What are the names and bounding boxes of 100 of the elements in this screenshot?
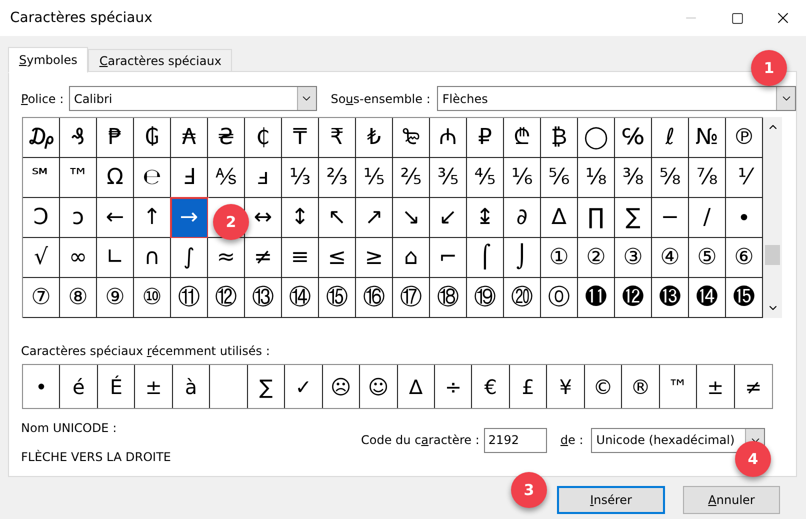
symbol-cell[interactable]: ↖ [319,198,356,238]
recent-symbol-cell[interactable]: £ [510,365,548,408]
symbol-cell[interactable]: ⑧ [60,278,97,318]
recent-symbol-cell[interactable]: © [584,365,622,408]
symbol-cell[interactable]: ⑰ [393,278,430,318]
symbol-cell[interactable]: ⓭ [652,278,689,318]
symbol-cell[interactable]: ∟ [97,238,134,278]
symbol-cell[interactable]: ⅛ [578,158,615,198]
recent-symbol-cell[interactable]: ∆ [398,365,435,408]
symbol-cell[interactable]: ⑥ [726,238,763,278]
recent-symbol-cell[interactable]: É [98,365,136,408]
symbol-cell[interactable]: ↨ [467,198,504,238]
symbol-cell[interactable]: ₻ [393,118,430,158]
symbol-cell[interactable]: ↔ [245,198,282,238]
recent-symbol-cell[interactable]: ¥ [547,365,585,408]
symbol-cell[interactable]: ⅓ [282,158,319,198]
recent-symbol-cell[interactable]: € [472,365,510,408]
symbol-cell[interactable]: ⓪ [541,278,578,318]
symbol-cell[interactable]: ∞ [60,238,97,278]
symbol-cell[interactable]: ∏ [578,198,615,238]
symbol-cell[interactable]: ⑫ [208,278,245,318]
symbol-cell[interactable]: ⅟ [726,158,763,198]
symbol-cell[interactable]: ₲ [134,118,171,158]
symbol-cell[interactable]: ∆ [541,198,578,238]
symbol-cell[interactable]: Ↄ [23,198,60,238]
symbol-cell[interactable]: √ [23,238,60,278]
symbol-cell[interactable]: ∩ [134,238,171,278]
symbol-cell[interactable]: ⑦ [23,278,60,318]
symbol-cell[interactable]: ₹ [319,118,356,158]
symbol-cell[interactable]: ℠ [23,158,60,198]
symbol-cell[interactable]: ⅔ [319,158,356,198]
symbol-cell[interactable]: ◯ [578,118,615,158]
symbol-cell[interactable]: − [652,198,689,238]
symbol-cell[interactable]: ↕ [282,198,319,238]
symbol-cell[interactable]: ⓫ [578,278,615,318]
symbol-cell[interactable]: ⑮ [319,278,356,318]
dialog-button[interactable]: Annuler [683,486,780,514]
recent-symbol-cell[interactable]: é [60,365,98,408]
recent-symbol-cell[interactable]: ∑ [248,365,286,408]
symbol-cell[interactable]: ≡ [282,238,319,278]
symbol-cell[interactable]: ↄ [60,198,97,238]
symbol-cell[interactable]: Ω [97,158,134,198]
symbol-cell[interactable]: ③ [615,238,652,278]
symbol-cell[interactable]: ⅗ [430,158,467,198]
symbol-cell[interactable]: ₯ [23,118,60,158]
symbol-cell[interactable]: ℗ [726,118,763,158]
symbol-cell[interactable]: ∫ [171,238,208,278]
symbol-cell[interactable]: ∙ [726,198,763,238]
symbol-cell[interactable]: ⌂ [393,238,430,278]
symbol-cell[interactable]: ⑪ [171,278,208,318]
symbol-cell[interactable]: ⑩ [134,278,171,318]
symbol-cell[interactable]: ₰ [60,118,97,158]
symbol-cell[interactable]: ₿ [541,118,578,158]
symbol-cell[interactable]: ₽ [467,118,504,158]
symbol-cell[interactable]: ⅘ [467,158,504,198]
symbol-cell[interactable]: ⑨ [97,278,134,318]
symbol-cell[interactable]: ⌐ [430,238,467,278]
symbol-cell[interactable]: ℅ [615,118,652,158]
symbol-cell[interactable]: ④ [652,238,689,278]
symbol-cell[interactable]: ⓮ [689,278,726,318]
symbol-cell[interactable]: ⅜ [615,158,652,198]
tab[interactable]: Caractères spéciaux [88,49,232,73]
symbol-cell[interactable]: ⓬ [615,278,652,318]
scrollbar[interactable] [763,117,782,318]
symbol-cell[interactable]: ↙ [430,198,467,238]
symbol-cell[interactable]: ⓯ [726,278,763,318]
symbol-cell[interactable]: ↗ [356,198,393,238]
recent-symbol-cell[interactable]: ® [622,365,660,408]
symbol-cell[interactable]: ∕ [689,198,726,238]
symbol-cell[interactable]: ① [541,238,578,278]
symbol-cell[interactable]: ₺ [356,118,393,158]
font-dropdown[interactable]: Calibri [68,86,317,111]
symbol-cell[interactable]: ⑳ [504,278,541,318]
symbol-cell[interactable]: ⑬ [245,278,282,318]
symbol-cell[interactable]: ⅖ [393,158,430,198]
recent-symbol-cell[interactable]: ✓ [285,365,323,408]
symbol-cell[interactable]: Ⅎ [171,158,208,198]
symbol-cell[interactable]: ™ [60,158,97,198]
symbol-cell[interactable]: ≠ [245,238,282,278]
symbol-cell[interactable]: ₱ [97,118,134,158]
symbol-cell[interactable]: ⑲ [467,278,504,318]
symbol-cell[interactable]: ≈ [208,238,245,278]
symbol-cell[interactable]: ⅕ [356,158,393,198]
recent-symbol-cell[interactable]: ™ [660,365,698,408]
symbol-cell[interactable]: ℓ [652,118,689,158]
symbol-cell[interactable]: ₼ [430,118,467,158]
char-code-field[interactable]: 2192 [484,428,548,452]
symbol-cell[interactable]: ↑ [134,198,171,238]
symbol-cell[interactable]: ← [97,198,134,238]
symbol-cell[interactable]: ℮ [134,158,171,198]
symbol-cell[interactable]: ⅞ [689,158,726,198]
recent-symbol-cell[interactable]: ≠ [734,365,772,408]
symbol-cell[interactable]: ⑱ [430,278,467,318]
recent-symbol-cell[interactable]: ÷ [434,365,472,408]
recent-symbol-cell[interactable]: • [23,365,60,408]
symbol-cell[interactable]: ↘ [393,198,430,238]
symbol-cell[interactable]: ₳ [171,118,208,158]
recent-symbol-cell[interactable]: ☹ [322,365,360,408]
symbol-cell[interactable]: ⅝ [652,158,689,198]
recent-symbol-cell[interactable]: à [172,365,210,408]
